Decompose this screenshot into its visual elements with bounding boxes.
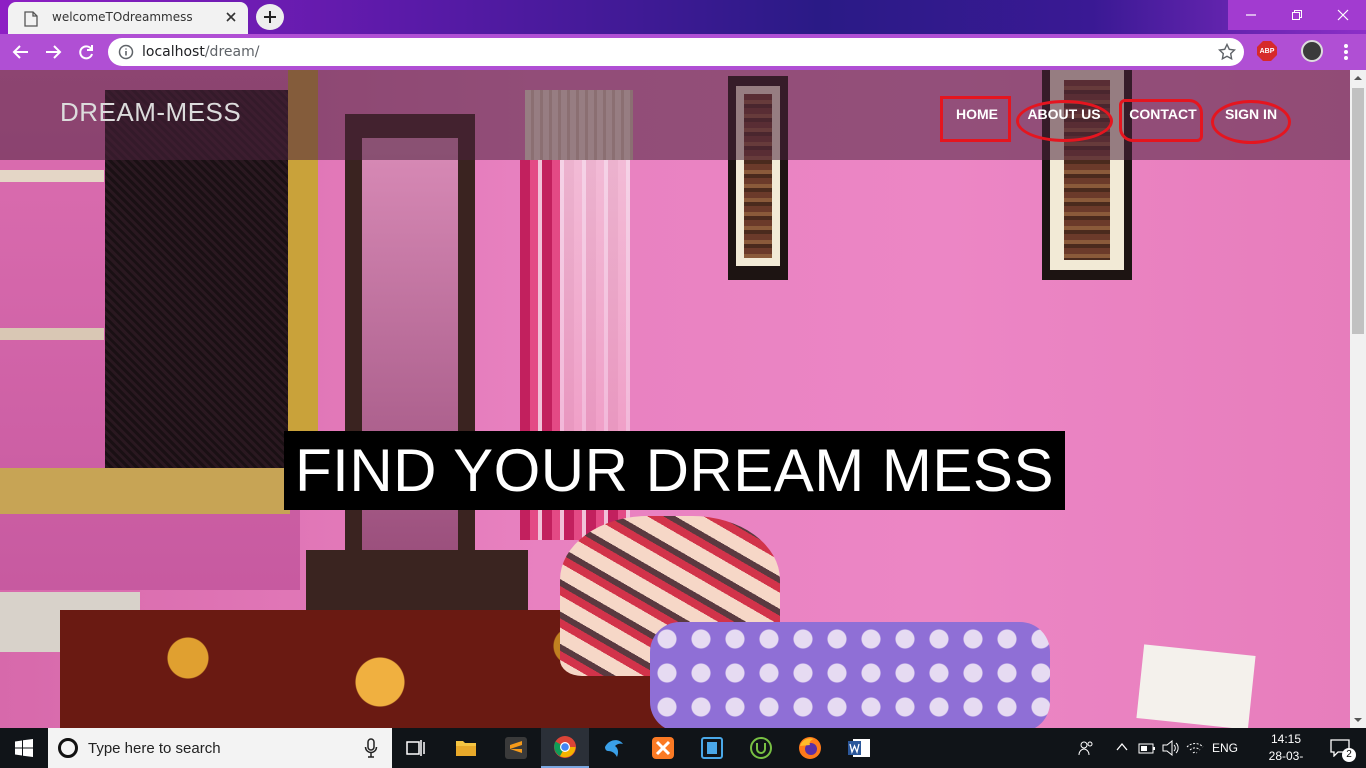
windows-logo-icon — [15, 739, 33, 757]
browser-titlebar: welcomeTOdreammess — [0, 0, 1366, 34]
notification-count: 2 — [1342, 748, 1356, 762]
task-view-button[interactable] — [392, 728, 440, 768]
taskbar-firefox[interactable] — [786, 728, 834, 768]
browser-toolbar: localhost/dream/ — [0, 34, 1366, 70]
new-tab-button[interactable] — [256, 4, 284, 30]
restore-icon — [1292, 10, 1302, 20]
background-shelf — [0, 468, 290, 514]
cortana-icon — [58, 738, 78, 758]
site-header: DREAM-MESS HOME ABOUT US CONTACT SIGN IN — [0, 70, 1350, 160]
nav-contact-link[interactable]: CONTACT — [1124, 106, 1202, 122]
chevron-up-icon[interactable] — [1116, 742, 1128, 752]
microphone-icon[interactable] — [364, 738, 378, 758]
browser-tab[interactable]: welcomeTOdreammess — [8, 2, 248, 34]
taskbar-chrome[interactable] — [541, 728, 589, 768]
minimize-button[interactable] — [1228, 0, 1274, 30]
windows-taskbar: Type here to search ENG 14:15 28-03- 2 — [0, 728, 1366, 768]
battery-icon[interactable] — [1138, 741, 1156, 755]
url-text: localhost/dream/ — [142, 44, 259, 60]
taskbar-notes-app[interactable] — [688, 728, 736, 768]
restore-button[interactable] — [1274, 0, 1320, 30]
taskbar-word[interactable] — [835, 728, 883, 768]
clock-date: 28-03-2019 — [1268, 749, 1304, 768]
xampp-icon — [652, 737, 674, 759]
background-pillow — [650, 622, 1050, 728]
reload-button[interactable] — [75, 41, 97, 63]
wifi-icon[interactable] — [1186, 739, 1204, 757]
start-button[interactable] — [0, 728, 48, 768]
scroll-thumb[interactable] — [1352, 88, 1364, 334]
background-shelf — [0, 170, 104, 182]
bookmark-star-icon[interactable] — [1218, 43, 1236, 61]
tab-title: welcomeTOdreammess — [52, 10, 193, 24]
document-icon — [24, 11, 38, 27]
site-brand[interactable]: DREAM-MESS — [60, 97, 241, 128]
url-path: /dream/ — [204, 44, 260, 60]
hero-heading: FIND YOUR DREAM MESS — [284, 431, 1065, 510]
taskbar-xampp[interactable] — [639, 728, 687, 768]
sublime-text-icon — [505, 737, 527, 759]
word-icon — [848, 739, 870, 757]
reload-icon — [79, 45, 93, 60]
clock-time: 14:15 — [1270, 732, 1302, 746]
task-view-icon — [406, 740, 425, 756]
close-icon[interactable] — [224, 10, 238, 24]
volume-icon[interactable] — [1162, 740, 1180, 756]
language-indicator[interactable]: ENG — [1212, 741, 1238, 755]
window-close-button[interactable] — [1320, 0, 1366, 30]
address-bar[interactable]: localhost/dream/ — [108, 38, 1244, 66]
profile-avatar[interactable] — [1301, 40, 1323, 62]
taskbar-dolphin[interactable] — [590, 728, 638, 768]
nav-about-link[interactable]: ABOUT US — [1022, 106, 1106, 122]
search-placeholder: Type here to search — [88, 740, 221, 757]
adblock-extension-icon[interactable]: ABP — [1257, 41, 1277, 61]
background-switchboard — [1136, 644, 1256, 728]
taskbar-utorrent[interactable] — [737, 728, 785, 768]
nav-signin-link[interactable]: SIGN IN — [1220, 106, 1282, 122]
scroll-up-icon[interactable] — [1354, 74, 1362, 82]
nav-home-link[interactable]: HOME — [952, 106, 1002, 122]
taskbar-sublime-text[interactable] — [492, 728, 540, 768]
taskbar-file-explorer[interactable] — [442, 728, 490, 768]
more-menu-icon[interactable] — [1338, 42, 1354, 62]
page-scrollbar[interactable] — [1350, 70, 1366, 728]
arrow-left-icon — [12, 45, 28, 59]
taskbar-search[interactable]: Type here to search — [48, 728, 392, 768]
forward-button[interactable] — [42, 41, 64, 63]
scroll-down-icon[interactable] — [1354, 716, 1362, 724]
close-icon — [1337, 9, 1349, 21]
url-host: localhost — [142, 44, 205, 60]
plus-icon — [264, 11, 276, 23]
arrow-right-icon — [46, 45, 62, 59]
dolphin-icon — [605, 740, 623, 757]
taskbar-clock[interactable]: 14:15 28-03-2019 — [1258, 731, 1314, 768]
firefox-icon — [799, 737, 821, 759]
notes-app-icon — [701, 737, 723, 759]
info-icon[interactable] — [118, 44, 134, 60]
chrome-icon — [554, 736, 576, 758]
people-icon[interactable] — [1078, 740, 1094, 756]
web-page: DREAM-MESS HOME ABOUT US CONTACT SIGN IN… — [0, 70, 1350, 728]
minimize-icon — [1246, 14, 1256, 16]
folder-icon — [456, 741, 476, 756]
back-button[interactable] — [10, 41, 32, 63]
action-center-button[interactable]: 2 — [1320, 728, 1360, 768]
background-shelf — [0, 328, 104, 340]
utorrent-icon — [750, 737, 772, 759]
